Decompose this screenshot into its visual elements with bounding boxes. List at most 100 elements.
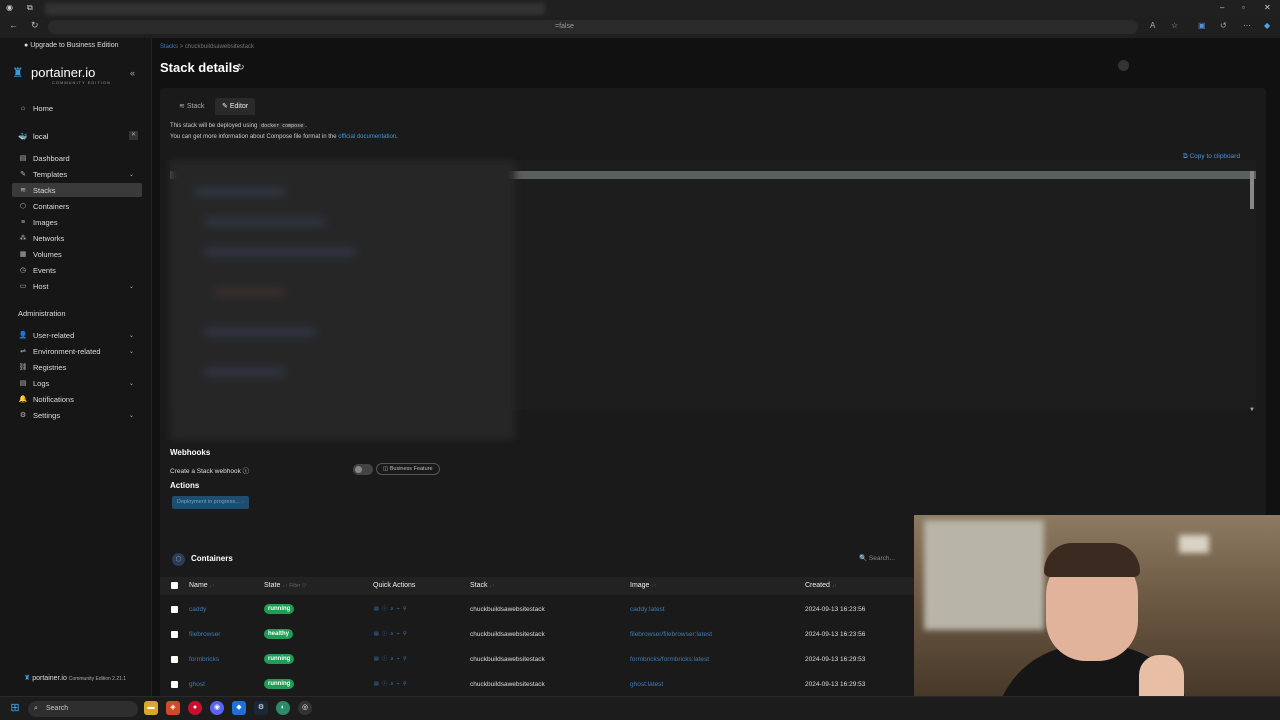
quick-actions-icons[interactable]: ▤ ⓘ ≥ ⌁ ⚲ — [374, 605, 408, 612]
restore-icon[interactable]: ▫ — [1242, 3, 1245, 12]
quick-actions-icons[interactable]: ▤ ⓘ ≥ ⌁ ⚲ — [374, 680, 408, 687]
deployment-in-progress-button[interactable]: Deployment in progress... ◌ — [172, 496, 250, 509]
sidebar-item-label: Environment-related — [33, 346, 101, 356]
sidebar-item-registries[interactable]: ⛓ Registries — [12, 360, 142, 374]
image-link[interactable]: ghost:latest — [630, 681, 663, 688]
compose-info: You can get more information about Compo… — [170, 134, 398, 140]
quick-actions-icons[interactable]: ▤ ⓘ ≥ ⌁ ⚲ — [374, 655, 408, 662]
media-app-icon[interactable]: ● — [188, 701, 202, 715]
sidebar-item-containers[interactable]: ⬡ Containers — [12, 199, 142, 213]
image-link[interactable]: filebrowser/filebrowser:latest — [630, 631, 712, 638]
close-environment-icon[interactable]: ✕ — [129, 131, 138, 140]
app-icon[interactable]: ◆ — [232, 701, 246, 715]
filter-label[interactable]: Filter — [289, 583, 300, 589]
copilot-icon[interactable]: ◆ — [1264, 21, 1270, 30]
upgrade-link[interactable]: ● Upgrade to Business Edition — [24, 42, 119, 49]
brave-browser-icon[interactable]: ◈ — [166, 701, 180, 715]
back-icon[interactable]: ← — [9, 20, 18, 30]
breadcrumb-stacks-link[interactable]: Stacks — [160, 44, 178, 50]
webcam-background-lamp — [1179, 535, 1209, 553]
edge-browser-icon[interactable]: ◐ — [276, 701, 290, 715]
steam-icon[interactable]: ⚙ — [254, 701, 268, 715]
row-checkbox[interactable] — [171, 606, 178, 613]
image-link[interactable]: formbricks/formbricks:latest — [630, 656, 709, 663]
sidebar-item-environment-related[interactable]: ⇌ Environment-related ⌄ — [12, 344, 142, 358]
editor-scrollbar[interactable] — [1250, 171, 1254, 209]
scroll-down-icon[interactable]: ▼ — [1249, 407, 1255, 413]
sidebar-item-logs[interactable]: ▤ Logs ⌄ — [12, 376, 142, 390]
sidebar-item-label: Home — [33, 103, 54, 113]
filter-icon[interactable]: ▽ — [302, 583, 306, 589]
sidebar-item-events[interactable]: ◷ Events — [12, 263, 142, 277]
sort-icon: ↓↑ — [282, 583, 288, 589]
webcam-background-window — [924, 520, 1044, 630]
quick-actions-icons[interactable]: ▤ ⓘ ≥ ⌁ ⚲ — [374, 630, 408, 637]
collapse-sidebar-icon[interactable]: « — [130, 68, 135, 78]
container-name-link[interactable]: caddy — [189, 606, 206, 613]
sidebar-item-home[interactable]: ⌂ Home — [12, 101, 142, 115]
breadcrumb-current: chuckbuildsawebsitestack — [184, 44, 254, 50]
read-aloud-icon[interactable]: A — [1150, 21, 1155, 30]
sync-icon[interactable]: ↺ — [1220, 21, 1227, 30]
stack-tab-icon: ≋ — [179, 103, 185, 110]
reload-icon[interactable]: ↻ — [31, 20, 39, 31]
row-checkbox[interactable] — [171, 656, 178, 663]
column-label: State — [264, 582, 281, 589]
discord-icon[interactable]: ◉ — [210, 701, 224, 715]
sidebar-item-host[interactable]: ▭ Host ⌄ — [12, 279, 142, 293]
containers-title: Containers — [191, 554, 233, 563]
environment-selector[interactable]: 🐳 local ✕ — [12, 129, 142, 143]
official-documentation-link[interactable]: official documentation — [338, 134, 396, 140]
row-checkbox[interactable] — [171, 631, 178, 638]
browser-tab[interactable] — [45, 3, 545, 15]
sidebar-item-user-related[interactable]: 👤 User-related ⌄ — [12, 328, 142, 342]
search-icon: 🔍 — [859, 555, 868, 562]
minimize-icon[interactable]: – — [1220, 3, 1224, 12]
file-explorer-icon[interactable]: ▬ — [144, 701, 158, 715]
browser-tab-strip: ◉ ⧉ – ▫ ✕ — [0, 0, 1280, 17]
code-line — [215, 290, 285, 294]
column-created[interactable]: Created ↓↑ — [805, 582, 837, 589]
address-text: =false — [555, 23, 574, 30]
sidebar-item-volumes[interactable]: ▦ Volumes — [12, 247, 142, 261]
extension-icon[interactable]: ▣ — [1198, 21, 1206, 30]
container-name-link[interactable]: filebrowser — [189, 631, 220, 638]
webhook-toggle[interactable] — [353, 464, 373, 475]
close-window-icon[interactable]: ✕ — [1264, 3, 1271, 12]
address-bar[interactable] — [48, 20, 1138, 34]
column-image[interactable]: Image ↓↑ — [630, 582, 656, 589]
taskbar-search[interactable]: ⌕ Search — [28, 701, 138, 717]
sidebar-item-stacks[interactable]: ≋ Stacks — [12, 183, 142, 197]
sidebar-item-label: Stacks — [33, 185, 56, 195]
row-checkbox[interactable] — [171, 681, 178, 688]
sidebar-item-dashboard[interactable]: ▤ Dashboard — [12, 151, 142, 165]
column-stack[interactable]: Stack ↓↑ — [470, 582, 494, 589]
sidebar-item-settings[interactable]: ⚙ Settings ⌄ — [12, 408, 142, 422]
sidebar-item-images[interactable]: ≡ Images — [12, 215, 142, 229]
container-name-link[interactable]: formbricks — [189, 656, 219, 663]
image-link[interactable]: caddy:latest — [630, 606, 665, 613]
more-menu-icon[interactable]: ⋯ — [1243, 21, 1251, 30]
favorite-star-icon[interactable]: ☆ — [1171, 21, 1178, 30]
tab-actions-icon[interactable]: ⧉ — [27, 3, 33, 13]
environment-name: local — [33, 131, 49, 141]
obs-icon[interactable]: ◎ — [298, 701, 312, 715]
help-icon[interactable]: ⓘ — [243, 468, 250, 475]
tab-editor[interactable]: ✎ Editor — [215, 98, 256, 115]
tab-stack[interactable]: ≋ Stack — [172, 98, 211, 115]
sidebar-item-networks[interactable]: ⁂ Networks — [12, 231, 142, 245]
windows-start-icon[interactable]: ⊞ — [8, 701, 22, 715]
container-name-link[interactable]: ghost — [189, 681, 205, 688]
select-all-checkbox[interactable] — [171, 582, 178, 589]
column-state[interactable]: State ↓↑ Filter ▽ — [264, 582, 306, 589]
sidebar-item-notifications[interactable]: 🔔 Notifications — [12, 392, 142, 406]
chevron-down-icon: ⌄ — [128, 348, 134, 355]
sidebar-item-templates[interactable]: ✎ Templates ⌄ — [12, 167, 142, 181]
notification-bell-icon[interactable] — [1118, 60, 1129, 71]
sidebar-item-label: Containers — [33, 201, 70, 211]
column-name[interactable]: Name ↓↑ — [189, 582, 215, 589]
logo-text: portainer.io — [31, 65, 96, 80]
compose-editor[interactable]: ▼ — [170, 160, 1256, 440]
taskbar-search-label: Search — [46, 705, 69, 712]
refresh-icon[interactable]: ↻ — [237, 62, 245, 73]
